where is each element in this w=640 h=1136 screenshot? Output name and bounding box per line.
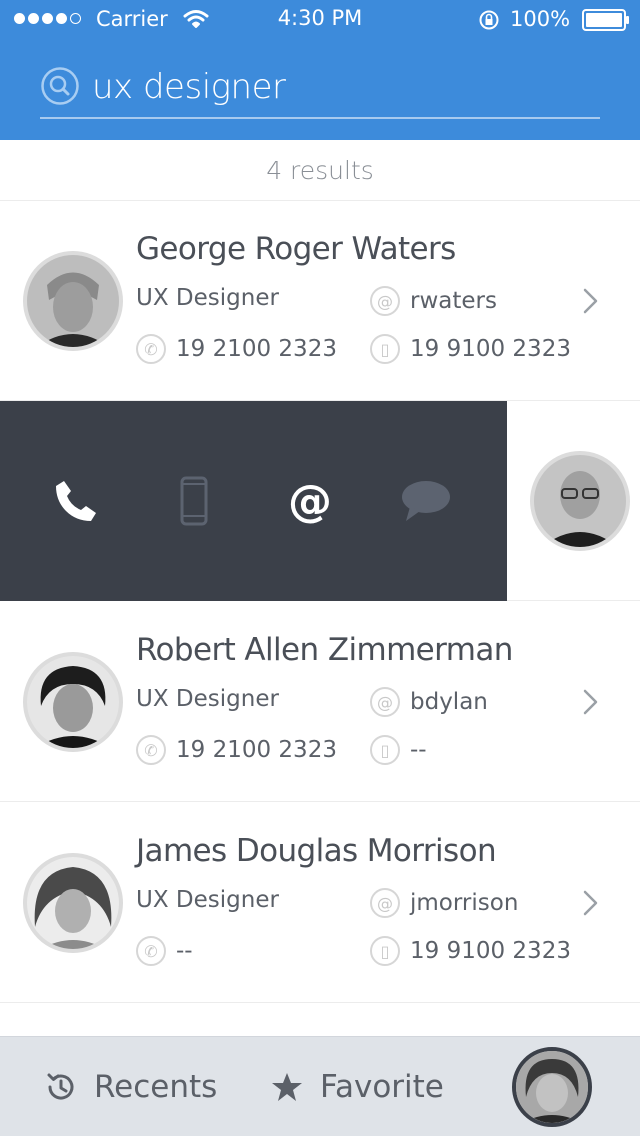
phone-field[interactable]: ✆ 19 2100 2323 (136, 734, 337, 766)
profile-avatar[interactable] (512, 1047, 592, 1127)
mobile-action-button[interactable] (166, 473, 222, 529)
mobile-icon (180, 476, 208, 526)
tab-recents[interactable]: Recents (44, 1067, 217, 1107)
contact-card[interactable]: Robert Allen Zimmerman UX Designer @ bdy… (0, 602, 640, 802)
swiped-contact-row[interactable]: @ (0, 401, 640, 601)
username-value: jmorrison (410, 890, 519, 916)
history-icon (47, 1073, 74, 1100)
results-count: 4 results (0, 140, 640, 201)
email-action-button[interactable]: @ (282, 473, 338, 529)
tab-favorite-label: Favorite (320, 1069, 444, 1105)
battery-percentage: 100% (510, 7, 571, 31)
mobile-field[interactable]: ▯ 19 9100 2323 (370, 333, 571, 365)
avatar (23, 652, 123, 752)
contact-role: UX Designer (136, 887, 279, 913)
chevron-right-icon[interactable] (582, 688, 600, 716)
tab-recents-label: Recents (94, 1069, 218, 1105)
avatar (23, 251, 123, 351)
mobile-icon: ▯ (370, 936, 400, 966)
phone-value: 19 2100 2323 (176, 336, 337, 362)
status-bar: Carrier 4:30 PM 100% (0, 0, 640, 40)
contact-name: Robert Allen Zimmerman (136, 632, 513, 668)
contact-role: UX Designer (136, 285, 279, 311)
search-bar (40, 62, 600, 119)
search-icon[interactable] (40, 66, 80, 106)
mobile-value: 19 9100 2323 (410, 938, 571, 964)
phone-icon (56, 481, 96, 521)
at-icon: @ (288, 475, 332, 527)
at-icon: @ (370, 286, 400, 316)
mobile-icon: ▯ (370, 334, 400, 364)
mobile-field[interactable]: ▯ -- (370, 734, 427, 766)
mobile-icon: ▯ (370, 735, 400, 765)
phone-value: 19 2100 2323 (176, 737, 337, 763)
contact-card[interactable]: James Douglas Morrison UX Designer @ jmo… (0, 803, 640, 1003)
contact-name: George Roger Waters (136, 231, 456, 267)
message-action-button[interactable] (398, 473, 454, 529)
username-value: rwaters (410, 288, 497, 314)
message-icon (402, 481, 450, 521)
phone-icon: ✆ (136, 936, 166, 966)
battery-icon (582, 9, 629, 31)
contact-role: UX Designer (136, 686, 279, 712)
phone-value: -- (176, 938, 193, 964)
at-icon: @ (370, 888, 400, 918)
contact-card[interactable]: George Roger Waters UX Designer @ rwater… (0, 201, 640, 401)
mobile-value: 19 9100 2323 (410, 336, 571, 362)
contact-name: James Douglas Morrison (136, 833, 497, 869)
phone-field[interactable]: ✆ 19 2100 2323 (136, 333, 337, 365)
username-field[interactable]: @ jmorrison (370, 887, 518, 919)
mobile-value: -- (410, 737, 427, 763)
mobile-field[interactable]: ▯ 19 9100 2323 (370, 935, 571, 967)
tab-bar: Recents Favorite (0, 1036, 640, 1136)
tab-favorite[interactable]: Favorite (270, 1067, 444, 1107)
phone-icon: ✆ (136, 334, 166, 364)
star-icon (272, 1073, 302, 1101)
phone-icon: ✆ (136, 735, 166, 765)
chevron-right-icon[interactable] (582, 889, 600, 917)
chevron-right-icon[interactable] (582, 287, 600, 315)
phone-field[interactable]: ✆ -- (136, 935, 193, 967)
username-field[interactable]: @ rwaters (370, 285, 497, 317)
username-value: bdylan (410, 689, 488, 715)
avatar (530, 451, 630, 551)
quick-actions-panel: @ (0, 401, 507, 601)
search-input[interactable] (92, 64, 592, 110)
rotation-lock-icon (479, 10, 499, 30)
username-field[interactable]: @ bdylan (370, 686, 488, 718)
avatar (23, 853, 123, 953)
call-action-button[interactable] (48, 473, 104, 529)
at-icon: @ (370, 687, 400, 717)
header: Carrier 4:30 PM 100% (0, 0, 640, 140)
